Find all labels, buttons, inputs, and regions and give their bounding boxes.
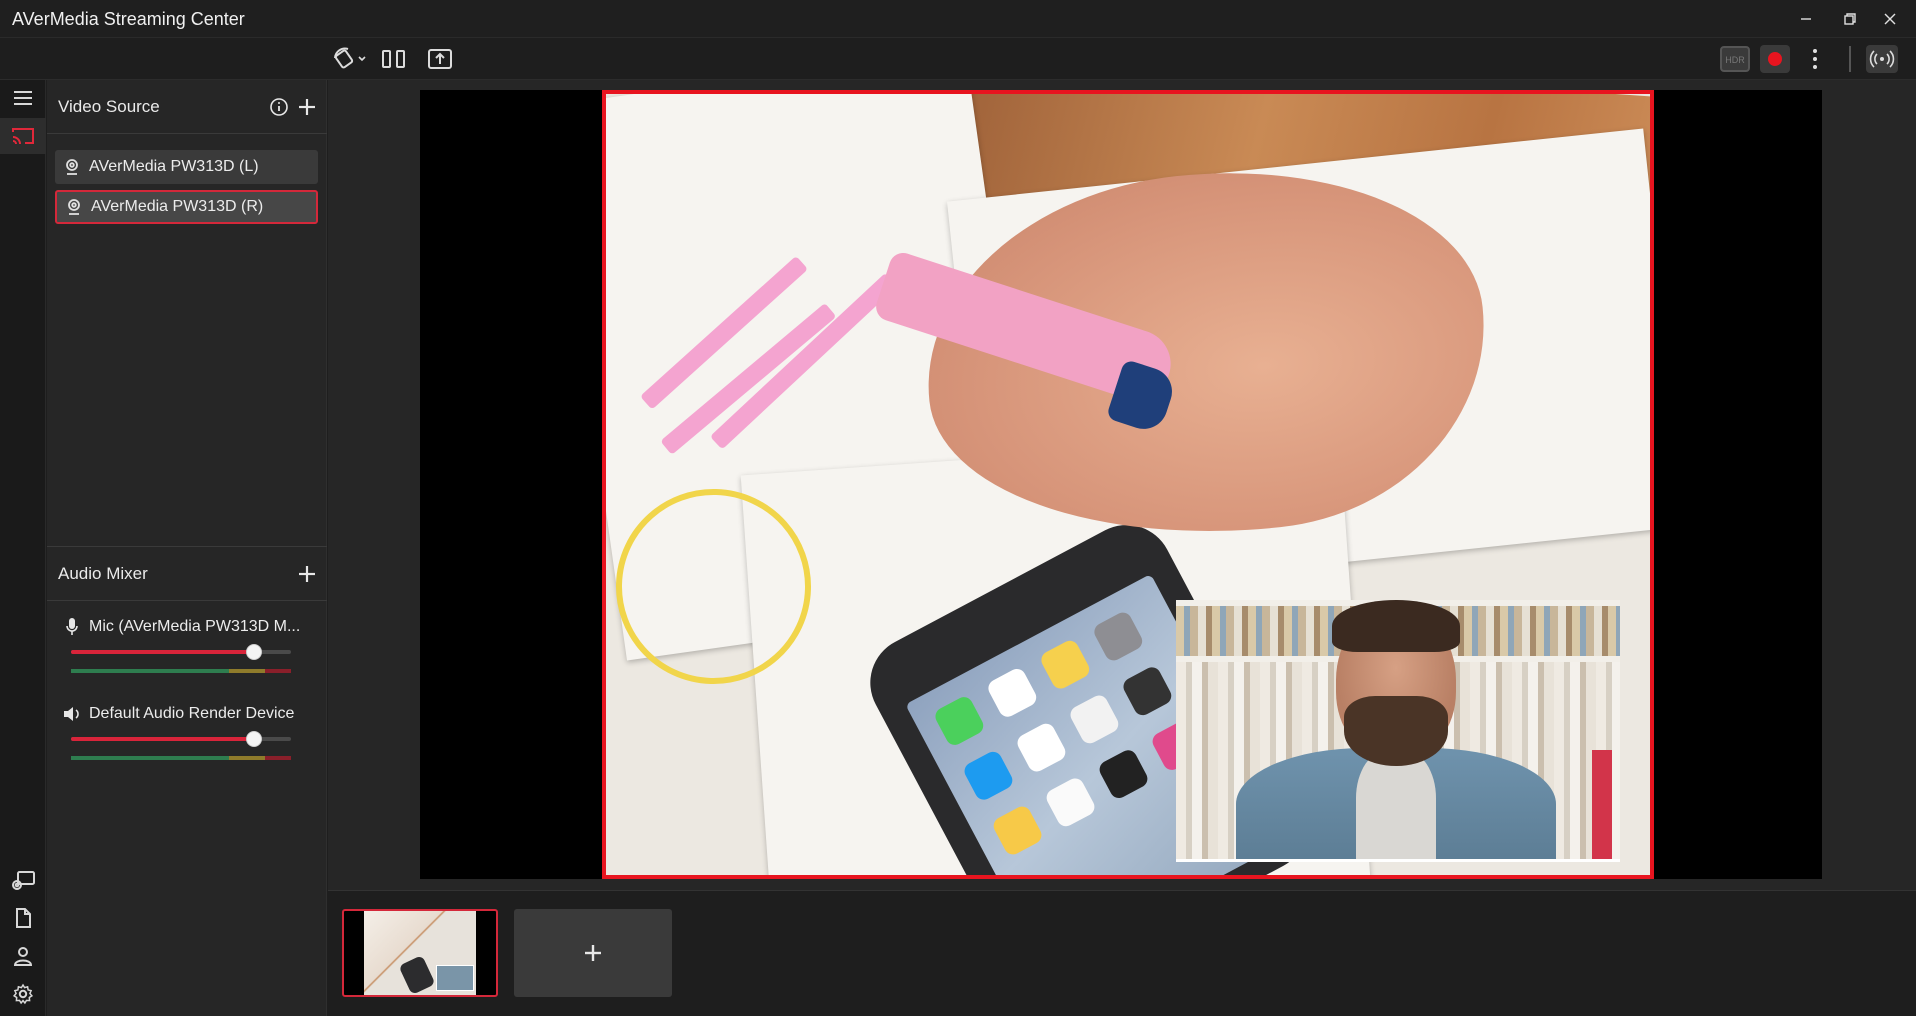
plus-icon xyxy=(585,945,601,961)
rotate-view-button[interactable] xyxy=(330,42,370,76)
scene-strip xyxy=(328,890,1916,1016)
info-icon xyxy=(270,98,288,116)
close-button[interactable] xyxy=(1870,4,1910,34)
minimize-button[interactable] xyxy=(1786,4,1826,34)
hdr-toggle-button[interactable]: HDR xyxy=(1718,42,1752,76)
volume-fill xyxy=(71,650,261,654)
restore-button[interactable] xyxy=(1830,4,1870,34)
more-options-button[interactable] xyxy=(1800,42,1830,76)
video-source-frame[interactable] xyxy=(602,90,1654,879)
more-vertical-icon xyxy=(1813,49,1817,69)
gear-icon xyxy=(12,983,34,1005)
audio-channel-label: Mic (AVerMedia PW313D M... xyxy=(89,618,301,635)
level-meter xyxy=(71,756,291,760)
left-rail xyxy=(0,80,46,1016)
volume-fill xyxy=(71,737,261,741)
cast-nav-button[interactable] xyxy=(0,118,46,154)
volume-slider[interactable] xyxy=(71,731,291,747)
volume-slider-handle[interactable] xyxy=(246,731,262,747)
webcam-icon xyxy=(57,158,87,176)
upload-icon xyxy=(428,49,452,69)
rotate-screen-icon xyxy=(334,47,366,69)
audio-channel-speaker: Default Audio Render Device xyxy=(47,697,327,777)
record-icon xyxy=(1760,45,1790,73)
picture-in-picture[interactable] xyxy=(1176,600,1620,862)
device-settings-button[interactable] xyxy=(0,862,46,898)
plus-icon xyxy=(299,566,315,582)
stream-button[interactable] xyxy=(1864,42,1900,76)
account-button[interactable] xyxy=(0,938,46,974)
close-icon xyxy=(1884,13,1896,25)
sources-panel: Video Source AVerMedia PW313D (L) AVerMe… xyxy=(47,80,327,1016)
hamburger-menu-icon xyxy=(14,91,32,105)
file-button[interactable] xyxy=(0,900,46,936)
video-source-title: Video Source xyxy=(58,97,160,116)
video-source-item-left[interactable]: AVerMedia PW313D (L) xyxy=(55,150,318,184)
video-source-item-right[interactable]: AVerMedia PW313D (R) xyxy=(55,190,318,224)
menu-button[interactable] xyxy=(0,80,46,116)
minimize-icon xyxy=(1801,18,1811,20)
add-scene-button[interactable] xyxy=(514,909,672,997)
video-source-info-button[interactable] xyxy=(265,93,293,121)
microphone-icon xyxy=(61,616,83,638)
scene-thumbnail[interactable] xyxy=(342,909,498,997)
plus-icon xyxy=(299,99,315,115)
svg-text:HDR: HDR xyxy=(1725,55,1745,65)
add-audio-source-button[interactable] xyxy=(293,560,321,588)
add-video-source-button[interactable] xyxy=(293,93,321,121)
hdr-icon: HDR xyxy=(1720,46,1750,72)
volume-slider[interactable] xyxy=(71,644,291,660)
document-icon xyxy=(16,908,31,928)
audio-mixer-title: Audio Mixer xyxy=(58,564,148,583)
cast-icon xyxy=(12,128,34,145)
device-settings-icon xyxy=(12,871,35,890)
restore-icon xyxy=(1844,13,1856,25)
webcam-icon xyxy=(59,198,89,216)
record-button[interactable] xyxy=(1758,42,1792,76)
window-title: AVerMedia Streaming Center xyxy=(12,9,245,29)
speaker-icon xyxy=(61,703,83,725)
video-source-header: Video Source xyxy=(47,80,327,134)
toolbar-divider xyxy=(1849,46,1851,72)
broadcast-icon xyxy=(1866,45,1898,73)
audio-channel-mic: Mic (AVerMedia PW313D M... xyxy=(47,610,327,690)
audio-channel-label: Default Audio Render Device xyxy=(89,705,295,722)
toolbar: HDR xyxy=(0,38,1916,80)
video-source-label: AVerMedia PW313D (R) xyxy=(91,198,264,215)
user-icon xyxy=(13,947,33,966)
split-view-icon xyxy=(382,50,405,68)
settings-button[interactable] xyxy=(0,976,46,1012)
title-bar: AVerMedia Streaming Center xyxy=(0,0,1916,38)
split-layout-button[interactable] xyxy=(378,42,410,76)
audio-mixer-header: Audio Mixer xyxy=(47,547,327,601)
app-window: AVerMedia Streaming Center HDR Video Sou… xyxy=(0,0,1916,1016)
export-button[interactable] xyxy=(424,42,456,76)
volume-slider-handle[interactable] xyxy=(246,644,262,660)
video-source-label: AVerMedia PW313D (L) xyxy=(89,158,259,175)
level-meter xyxy=(71,669,291,673)
